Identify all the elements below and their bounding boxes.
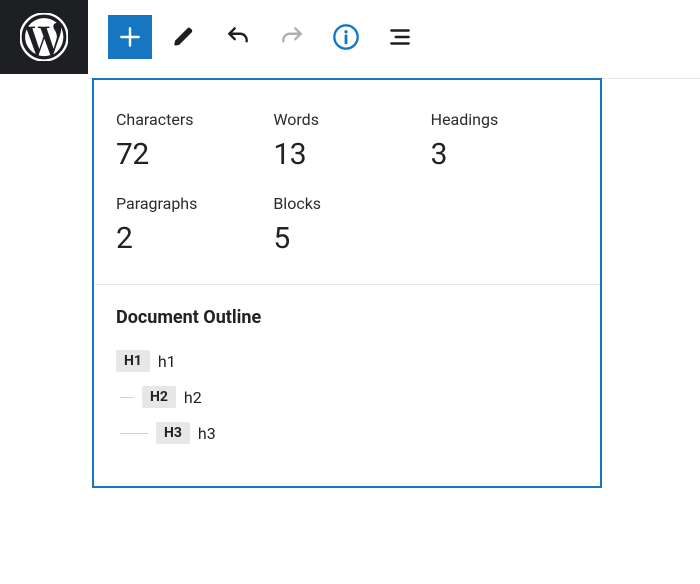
- stat-value: 5: [273, 221, 420, 256]
- outline-item-h3[interactable]: H3 h3: [116, 422, 578, 444]
- undo-icon: [225, 24, 251, 50]
- pencil-icon: [171, 24, 197, 50]
- heading-level-chip: H3: [156, 422, 190, 444]
- indent-line: [120, 433, 148, 434]
- stat-value: 13: [273, 137, 420, 172]
- edit-tool-button[interactable]: [162, 15, 206, 59]
- outline-title: Document Outline: [116, 307, 578, 328]
- stat-value: 72: [116, 137, 263, 172]
- outline-icon: [387, 24, 413, 50]
- stat-paragraphs: Paragraphs 2: [116, 194, 263, 256]
- stat-value: 3: [431, 137, 578, 172]
- add-block-button[interactable]: [108, 15, 152, 59]
- editor-toolbar: [88, 0, 700, 74]
- stat-label: Paragraphs: [116, 194, 263, 213]
- heading-text: h2: [184, 388, 202, 407]
- stat-label: Headings: [431, 110, 578, 129]
- stat-label: Words: [273, 110, 420, 129]
- details-panel: Characters 72 Words 13 Headings 3 Paragr…: [92, 78, 602, 488]
- heading-text: h3: [198, 424, 216, 443]
- editor-topbar: [0, 0, 700, 74]
- heading-text: h1: [158, 352, 176, 371]
- info-button[interactable]: [324, 15, 368, 59]
- stat-value: 2: [116, 221, 263, 256]
- indent-line: [120, 397, 134, 398]
- wordpress-logo-container[interactable]: [0, 0, 88, 74]
- plus-icon: [117, 24, 143, 50]
- stat-headings: Headings 3: [431, 110, 578, 172]
- outline-button[interactable]: [378, 15, 422, 59]
- info-icon: [332, 23, 360, 51]
- stats-grid: Characters 72 Words 13 Headings 3 Paragr…: [94, 80, 600, 280]
- stat-label: Blocks: [273, 194, 420, 213]
- wordpress-logo-icon: [20, 13, 68, 61]
- heading-level-chip: H1: [116, 350, 150, 372]
- outline-item-h2[interactable]: H2 h2: [116, 386, 578, 408]
- stat-words: Words 13: [273, 110, 420, 172]
- redo-button: [270, 15, 314, 59]
- stat-blocks: Blocks 5: [273, 194, 420, 256]
- undo-button[interactable]: [216, 15, 260, 59]
- heading-level-chip: H2: [142, 386, 176, 408]
- outline-item-h1[interactable]: H1 h1: [116, 350, 578, 372]
- redo-icon: [279, 24, 305, 50]
- document-outline-section: Document Outline H1 h1 H2 h2 H3 h3: [94, 285, 600, 460]
- outline-list: H1 h1 H2 h2 H3 h3: [116, 350, 578, 444]
- stat-label: Characters: [116, 110, 263, 129]
- stat-characters: Characters 72: [116, 110, 263, 172]
